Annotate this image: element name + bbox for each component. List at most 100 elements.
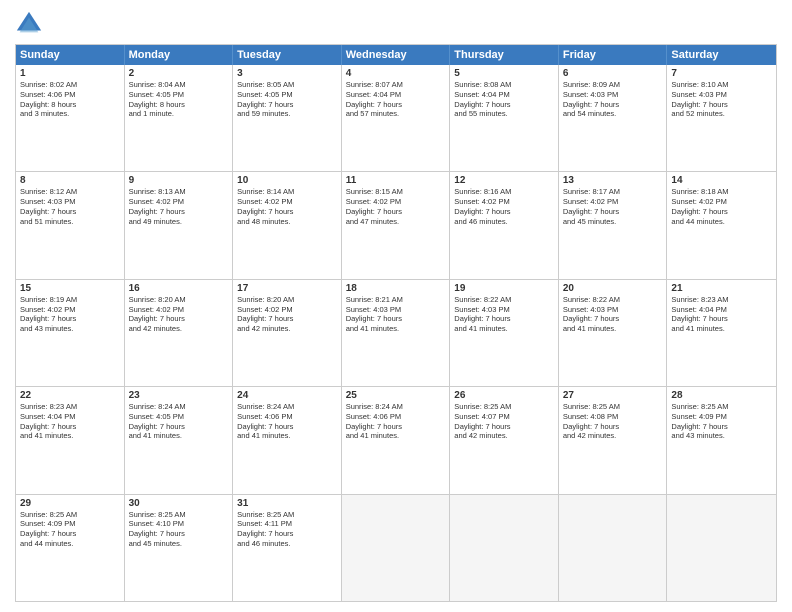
weekday-header: Friday [559,45,668,65]
cell-line: Daylight: 7 hours [563,314,663,324]
cell-line: Sunrise: 8:18 AM [671,187,772,197]
cell-line: Sunset: 4:02 PM [129,197,229,207]
cell-line: Sunrise: 8:08 AM [454,80,554,90]
cell-line: Sunrise: 8:20 AM [129,295,229,305]
calendar-cell: 7Sunrise: 8:10 AMSunset: 4:03 PMDaylight… [667,65,776,171]
day-number: 18 [346,283,446,294]
page: SundayMondayTuesdayWednesdayThursdayFrid… [0,0,792,612]
cell-line: and 41 minutes. [346,324,446,334]
cell-line: and 41 minutes. [237,431,337,441]
day-number: 25 [346,390,446,401]
calendar-cell: 20Sunrise: 8:22 AMSunset: 4:03 PMDayligh… [559,280,668,386]
cell-line: Daylight: 7 hours [20,207,120,217]
cell-line: Sunrise: 8:25 AM [20,510,120,520]
cell-line: Sunrise: 8:25 AM [563,402,663,412]
cell-line: Daylight: 7 hours [237,422,337,432]
calendar-cell: 24Sunrise: 8:24 AMSunset: 4:06 PMDayligh… [233,387,342,493]
cell-line: and 3 minutes. [20,109,120,119]
calendar-cell: 19Sunrise: 8:22 AMSunset: 4:03 PMDayligh… [450,280,559,386]
cell-line: Sunset: 4:11 PM [237,519,337,529]
cell-line: and 45 minutes. [563,217,663,227]
cell-line: and 44 minutes. [20,539,120,549]
cell-line: Sunset: 4:09 PM [20,519,120,529]
day-number: 5 [454,68,554,79]
calendar-cell: 5Sunrise: 8:08 AMSunset: 4:04 PMDaylight… [450,65,559,171]
cell-line: Sunrise: 8:22 AM [563,295,663,305]
cell-line: and 48 minutes. [237,217,337,227]
day-number: 12 [454,175,554,186]
cell-line: Sunrise: 8:25 AM [237,510,337,520]
cell-line: Sunset: 4:04 PM [671,305,772,315]
cell-line: Sunset: 4:08 PM [563,412,663,422]
cell-line: Daylight: 7 hours [454,100,554,110]
cell-line: and 41 minutes. [563,324,663,334]
cell-line: and 41 minutes. [671,324,772,334]
cell-line: and 57 minutes. [346,109,446,119]
weekday-header: Sunday [16,45,125,65]
cell-line: Daylight: 7 hours [454,422,554,432]
cell-line: Sunrise: 8:23 AM [20,402,120,412]
cell-line: Sunset: 4:04 PM [454,90,554,100]
day-number: 13 [563,175,663,186]
cell-line: Sunset: 4:06 PM [346,412,446,422]
day-number: 20 [563,283,663,294]
calendar-cell: 10Sunrise: 8:14 AMSunset: 4:02 PMDayligh… [233,172,342,278]
cell-line: and 49 minutes. [129,217,229,227]
cell-line: Sunset: 4:10 PM [129,519,229,529]
weekday-header: Saturday [667,45,776,65]
cell-line: and 51 minutes. [20,217,120,227]
cell-line: Sunrise: 8:07 AM [346,80,446,90]
cell-line: and 43 minutes. [20,324,120,334]
cell-line: Sunset: 4:02 PM [129,305,229,315]
cell-line: Sunset: 4:02 PM [454,197,554,207]
calendar-cell: 9Sunrise: 8:13 AMSunset: 4:02 PMDaylight… [125,172,234,278]
calendar-cell: 2Sunrise: 8:04 AMSunset: 4:05 PMDaylight… [125,65,234,171]
calendar-cell: 14Sunrise: 8:18 AMSunset: 4:02 PMDayligh… [667,172,776,278]
cell-line: Daylight: 7 hours [563,100,663,110]
calendar-cell [450,495,559,601]
day-number: 14 [671,175,772,186]
calendar-cell: 29Sunrise: 8:25 AMSunset: 4:09 PMDayligh… [16,495,125,601]
cell-line: Sunset: 4:02 PM [20,305,120,315]
calendar-header: SundayMondayTuesdayWednesdayThursdayFrid… [16,45,776,65]
day-number: 6 [563,68,663,79]
cell-line: Sunrise: 8:23 AM [671,295,772,305]
day-number: 9 [129,175,229,186]
calendar-cell: 23Sunrise: 8:24 AMSunset: 4:05 PMDayligh… [125,387,234,493]
calendar-cell: 17Sunrise: 8:20 AMSunset: 4:02 PMDayligh… [233,280,342,386]
cell-line: Daylight: 7 hours [671,422,772,432]
day-number: 31 [237,498,337,509]
cell-line: Daylight: 7 hours [237,207,337,217]
calendar: SundayMondayTuesdayWednesdayThursdayFrid… [15,44,777,602]
day-number: 8 [20,175,120,186]
cell-line: Sunset: 4:04 PM [346,90,446,100]
calendar-cell: 15Sunrise: 8:19 AMSunset: 4:02 PMDayligh… [16,280,125,386]
day-number: 15 [20,283,120,294]
cell-line: and 42 minutes. [129,324,229,334]
day-number: 2 [129,68,229,79]
weekday-header: Monday [125,45,234,65]
calendar-cell [559,495,668,601]
cell-line: Sunrise: 8:13 AM [129,187,229,197]
cell-line: Sunset: 4:06 PM [237,412,337,422]
calendar-cell: 22Sunrise: 8:23 AMSunset: 4:04 PMDayligh… [16,387,125,493]
day-number: 3 [237,68,337,79]
cell-line: and 1 minute. [129,109,229,119]
day-number: 30 [129,498,229,509]
cell-line: Sunset: 4:06 PM [20,90,120,100]
calendar-cell: 1Sunrise: 8:02 AMSunset: 4:06 PMDaylight… [16,65,125,171]
calendar-cell: 12Sunrise: 8:16 AMSunset: 4:02 PMDayligh… [450,172,559,278]
cell-line: Daylight: 7 hours [563,422,663,432]
cell-line: and 46 minutes. [237,539,337,549]
cell-line: Sunrise: 8:24 AM [346,402,446,412]
weekday-header: Wednesday [342,45,451,65]
cell-line: Daylight: 7 hours [671,207,772,217]
cell-line: Sunrise: 8:05 AM [237,80,337,90]
calendar-row: 29Sunrise: 8:25 AMSunset: 4:09 PMDayligh… [16,494,776,601]
day-number: 21 [671,283,772,294]
cell-line: Daylight: 7 hours [671,100,772,110]
cell-line: Daylight: 7 hours [129,207,229,217]
day-number: 22 [20,390,120,401]
calendar-cell: 16Sunrise: 8:20 AMSunset: 4:02 PMDayligh… [125,280,234,386]
cell-line: Daylight: 7 hours [129,422,229,432]
